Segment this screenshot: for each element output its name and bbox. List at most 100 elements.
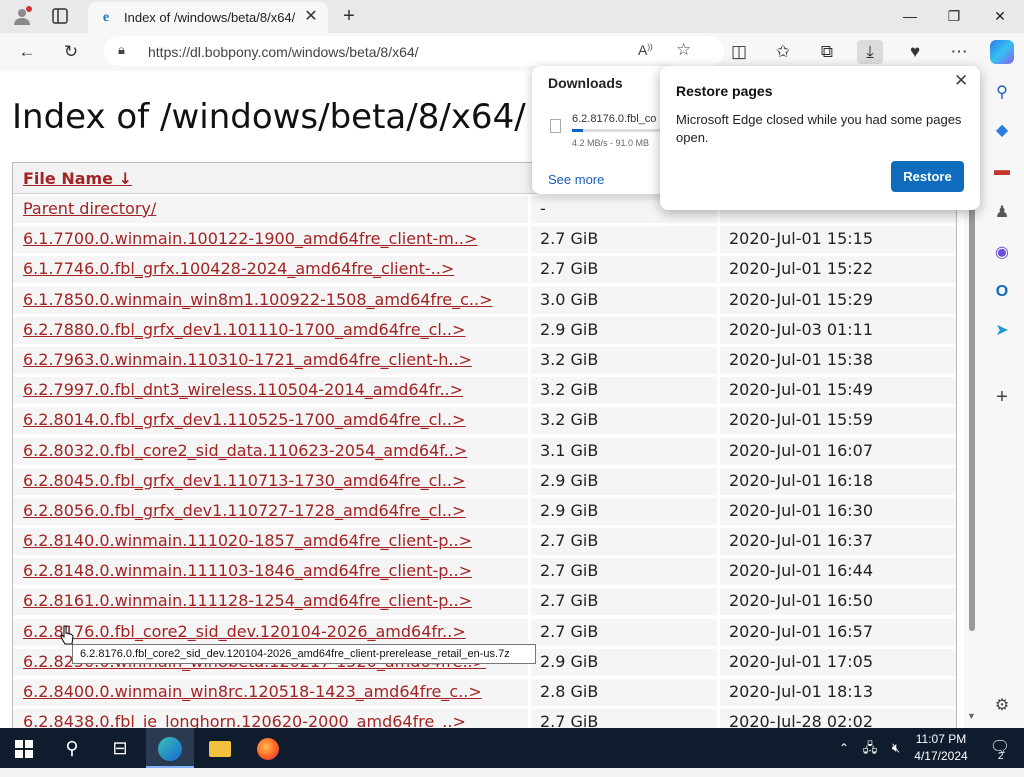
file-link[interactable]: 6.2.8056.0.fbl_grfx_dev1.110727-1728_amd… xyxy=(23,501,465,520)
url-text[interactable]: https://dl.bobpony.com/windows/beta/8/x6… xyxy=(148,44,419,60)
address-bar[interactable]: 🔒︎ https://dl.bobpony.com/windows/beta/8… xyxy=(104,36,724,66)
scroll-down-icon[interactable]: ▼ xyxy=(967,711,976,721)
table-row: 6.2.8032.0.fbl_core2_sid_data.110623-205… xyxy=(13,436,956,466)
back-icon[interactable]: ← xyxy=(14,40,40,64)
downloads-icon[interactable]: ⤓ xyxy=(857,40,883,64)
file-date: 2020-Jul-01 17:05 xyxy=(729,651,874,671)
drop-send-icon[interactable]: ➤ xyxy=(990,319,1014,343)
sidebar-settings-icon[interactable]: ⚙ xyxy=(990,694,1014,718)
table-row: 6.2.7997.0.fbl_dnt3_wireless.110504-2014… xyxy=(13,375,956,405)
parent-directory-link[interactable]: Parent directory/ xyxy=(23,199,156,218)
table-row: 6.2.8045.0.fbl_grfx_dev1.110713-1730_amd… xyxy=(13,466,956,496)
lock-icon[interactable]: 🔒︎ xyxy=(118,42,125,58)
file-link[interactable]: 6.2.7963.0.winmain.110310-1721_amd64fre_… xyxy=(23,350,472,369)
file-link[interactable]: 6.2.8176.0.fbl_core2_sid_dev.120104-2026… xyxy=(23,622,466,641)
restore-button[interactable]: Restore xyxy=(891,161,964,192)
download-file-name[interactable]: 6.2.8176.0.fbl_co xyxy=(572,113,656,125)
file-size: 3.1 GiB xyxy=(540,440,599,460)
shopping-tag-icon[interactable]: ◆ xyxy=(990,119,1014,143)
file-date: 2020-Jul-01 16:18 xyxy=(729,470,874,490)
file-link[interactable]: 6.2.8161.0.winmain.111128-1254_amd64fre_… xyxy=(23,591,472,610)
file-size: 2.7 GiB xyxy=(540,259,599,279)
file-size: 3.2 GiB xyxy=(540,410,599,430)
table-row: 6.2.7880.0.fbl_grfx_dev1.101110-1700_amd… xyxy=(13,315,956,345)
start-button[interactable] xyxy=(0,728,48,768)
new-tab-button[interactable]: + xyxy=(338,4,360,28)
table-row: 6.2.8400.0.winmain_win8rc.120518-1423_am… xyxy=(13,677,956,707)
download-status: 4.2 MB/s - 91.0 MB xyxy=(572,138,650,148)
tab-actions-icon[interactable] xyxy=(50,7,70,25)
notification-count: 2 xyxy=(997,751,1004,762)
task-view-icon[interactable]: ⊟ xyxy=(96,728,144,768)
file-link[interactable]: 6.1.7746.0.fbl_grfx.100428-2024_amd64fre… xyxy=(23,259,454,278)
collections-icon[interactable]: ⧉ xyxy=(814,40,840,64)
add-sidebar-app-icon[interactable]: + xyxy=(990,385,1014,409)
file-date: 2020-Jul-01 15:15 xyxy=(729,229,874,249)
copilot-icon[interactable] xyxy=(990,40,1014,64)
games-icon[interactable]: ♟ xyxy=(990,201,1014,225)
tab-active[interactable]: e Index of /windows/beta/8/x64/ ✕ xyxy=(88,2,328,33)
file-link[interactable]: 6.2.8148.0.winmain.111103-1846_amd64fre_… xyxy=(23,561,472,580)
favorites-icon[interactable]: ✩ xyxy=(770,40,796,64)
notifications-icon[interactable]: 🗨︎ 2 xyxy=(980,728,1020,768)
file-link[interactable]: 6.2.8045.0.fbl_grfx_dev1.110713-1730_amd… xyxy=(23,471,465,490)
download-progress-bar xyxy=(572,129,662,132)
file-link[interactable]: 6.1.7700.0.winmain.100122-1900_amd64fre_… xyxy=(23,229,477,248)
file-link[interactable]: 6.2.8032.0.fbl_core2_sid_data.110623-205… xyxy=(23,441,467,460)
table-row: 6.2.8161.0.winmain.111128-1254_amd64fre_… xyxy=(13,586,956,616)
tab-title: Index of /windows/beta/8/x64/ xyxy=(124,10,296,25)
file-date: 2020-Jul-01 15:29 xyxy=(729,289,874,309)
profile-icon[interactable] xyxy=(12,6,32,26)
file-link[interactable]: 6.2.8014.0.fbl_grfx_dev1.110525-1700_amd… xyxy=(23,410,465,429)
firefox-icon[interactable] xyxy=(244,728,292,768)
file-link[interactable]: 6.2.8400.0.winmain_win8rc.120518-1423_am… xyxy=(23,682,482,701)
file-link[interactable]: 6.2.7880.0.fbl_grfx_dev1.101110-1700_amd… xyxy=(23,320,465,339)
close-popup-icon[interactable]: ✕ xyxy=(954,71,968,91)
minimize-button[interactable]: — xyxy=(888,4,932,28)
tab-strip: e Index of /windows/beta/8/x64/ ✕ + — ❐ … xyxy=(0,0,1024,33)
tab-close-icon[interactable]: ✕ xyxy=(302,8,320,26)
file-date: 2020-Jul-01 16:44 xyxy=(729,561,874,581)
file-link[interactable]: 6.2.7997.0.fbl_dnt3_wireless.110504-2014… xyxy=(23,380,463,399)
refresh-icon[interactable]: ↻ xyxy=(58,40,84,64)
edge-sidebar: ⚲ ◆ ▬ ♟ ◉ O ➤ + ⚙ xyxy=(981,71,1024,728)
file-size: 3.2 GiB xyxy=(540,380,599,400)
table-row: 6.2.8014.0.fbl_grfx_dev1.110525-1700_amd… xyxy=(13,405,956,435)
network-icon[interactable]: 🖧︎ xyxy=(858,728,882,768)
restore-window-button[interactable]: ❐ xyxy=(932,4,976,28)
file-link[interactable]: 6.2.8140.0.winmain.111020-1857_amd64fre_… xyxy=(23,531,472,550)
file-link[interactable]: 6.2.8438.0.fbl_ie_longhorn.120620-2000_a… xyxy=(23,712,466,728)
more-menu-icon[interactable]: ⋯ xyxy=(946,40,972,64)
file-explorer-icon[interactable] xyxy=(196,728,244,768)
file-size: 3.2 GiB xyxy=(540,349,599,369)
browser-essentials-icon[interactable]: ♥ xyxy=(902,40,928,64)
see-more-link[interactable]: See more xyxy=(548,172,604,187)
system-clock[interactable]: 11:07 PM 4/17/2024 xyxy=(910,731,972,765)
download-progress-fill xyxy=(572,129,583,132)
file-size: - xyxy=(540,199,546,218)
restore-message: Microsoft Edge closed while you had some… xyxy=(676,112,962,145)
table-row: 6.1.7850.0.winmain_win8m1.100922-1508_am… xyxy=(13,285,956,315)
table-row: 6.1.7700.0.winmain.100122-1900_amd64fre_… xyxy=(13,224,956,254)
file-date: 2020-Jul-01 18:13 xyxy=(729,682,874,701)
sort-by-file-name-link[interactable]: File Name ↓ xyxy=(23,169,132,188)
split-screen-icon[interactable]: ◫ xyxy=(726,40,752,64)
file-size: 2.7 GiB xyxy=(540,229,599,249)
outlook-icon[interactable]: O xyxy=(990,280,1014,304)
search-icon[interactable]: ⚲ xyxy=(990,81,1014,105)
file-date: 2020-Jul-03 01:11 xyxy=(729,319,874,339)
favorite-star-icon[interactable]: ☆ xyxy=(676,40,691,60)
search-taskbar-icon[interactable]: ⚲ xyxy=(48,728,96,768)
tools-briefcase-icon[interactable]: ▬ xyxy=(990,159,1014,183)
file-date: 2020-Jul-01 15:49 xyxy=(729,380,874,400)
file-size: 2.7 GiB xyxy=(540,531,599,551)
close-window-button[interactable]: ✕ xyxy=(978,4,1022,28)
read-aloud-icon[interactable]: A)) xyxy=(638,42,653,58)
show-hidden-icons-icon[interactable]: ⌃ xyxy=(834,728,854,768)
edge-taskbar-icon[interactable] xyxy=(146,728,194,768)
file-link[interactable]: 6.1.7850.0.winmain_win8m1.100922-1508_am… xyxy=(23,290,493,309)
microsoft-365-icon[interactable]: ◉ xyxy=(990,241,1014,265)
table-row: 6.2.8148.0.winmain.111103-1846_amd64fre_… xyxy=(13,556,956,586)
volume-muted-icon[interactable]: 🔇︎ xyxy=(884,728,908,768)
file-date: 2020-Jul-01 15:38 xyxy=(729,349,874,369)
